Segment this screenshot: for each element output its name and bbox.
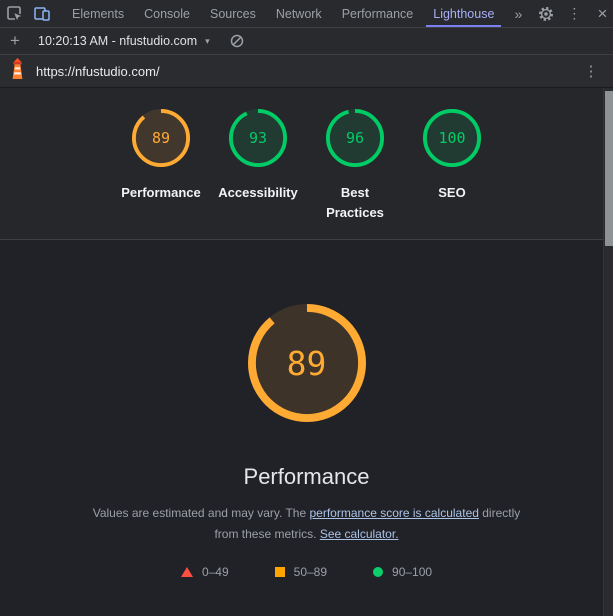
scrollbar-thumb[interactable] xyxy=(605,91,613,246)
score-summary: 89 Performance 93 Accessibility 96 Best … xyxy=(0,88,613,240)
devtools-menu-kebab-icon[interactable]: ⋮ xyxy=(560,0,588,27)
report-menu-kebab-icon[interactable]: ⋮ xyxy=(579,62,603,80)
legend-range: 0–49 xyxy=(202,565,229,579)
more-tabs-icon[interactable]: » xyxy=(504,0,532,27)
average-square-icon xyxy=(275,567,285,577)
tab-label: Lighthouse xyxy=(433,7,494,21)
block-icon xyxy=(230,34,244,48)
seo-score-gauge: 100 xyxy=(423,109,481,167)
disclaimer-prefix: Values are estimated and may vary. The xyxy=(93,506,310,520)
tab-label: Network xyxy=(276,7,322,21)
devtools-toolbar: Elements Console Sources Network Perform… xyxy=(0,0,613,28)
fail-triangle-icon xyxy=(181,567,193,577)
legend-item-average: 50–89 xyxy=(275,565,327,579)
tab-label: Sources xyxy=(210,7,256,21)
tab-label: Console xyxy=(144,7,190,21)
seo-score-value: 100 xyxy=(423,109,481,167)
performance-score-label: Performance xyxy=(121,183,200,203)
devtools-window: Elements Console Sources Network Perform… xyxy=(0,0,613,616)
report-header-bar: https://nfustudio.com/ ⋮ xyxy=(0,55,613,88)
report-selector-label: 10:20:13 AM - nfustudio.com xyxy=(38,34,197,48)
tab-network[interactable]: Network xyxy=(266,0,332,27)
new-report-plus-icon[interactable]: + xyxy=(0,31,30,51)
seo-score-label: SEO xyxy=(438,183,465,203)
tab-console[interactable]: Console xyxy=(134,0,200,27)
best-practices-score-value: 96 xyxy=(326,109,384,167)
summary-gauge-best-practices[interactable]: 96 Best Practices xyxy=(313,109,398,239)
gear-icon xyxy=(538,6,554,22)
accessibility-score-label: Accessibility xyxy=(218,183,298,203)
performance-main-score-value: 89 xyxy=(248,304,366,422)
device-toolbar-toggle-icon[interactable] xyxy=(28,0,56,27)
performance-main-gauge: 89 xyxy=(248,304,366,422)
summary-gauge-accessibility[interactable]: 93 Accessibility xyxy=(216,109,301,239)
score-calculation-link[interactable]: performance score is calculated xyxy=(310,506,479,520)
lighthouse-logo-icon xyxy=(10,58,25,84)
pass-circle-icon xyxy=(373,567,383,577)
inspect-element-icon[interactable] xyxy=(0,0,28,27)
score-disclaimer-text: Values are estimated and may vary. The p… xyxy=(81,503,533,545)
score-legend: 0–49 50–89 90–100 xyxy=(181,565,432,579)
legend-range: 90–100 xyxy=(392,565,432,579)
lighthouse-report-toolbar: + 10:20:13 AM - nfustudio.com ▾ xyxy=(0,28,613,55)
tab-lighthouse[interactable]: Lighthouse xyxy=(423,0,504,27)
accessibility-score-gauge: 93 xyxy=(229,109,287,167)
report-selector-dropdown[interactable]: 10:20:13 AM - nfustudio.com ▾ xyxy=(30,28,218,54)
tab-performance[interactable]: Performance xyxy=(332,0,424,27)
lighthouse-report: 89 Performance 93 Accessibility 96 Best … xyxy=(0,88,613,616)
inspect-cursor-icon xyxy=(7,6,22,21)
device-icon xyxy=(34,7,50,21)
summary-gauge-seo[interactable]: 100 SEO xyxy=(410,109,495,239)
settings-gear-icon[interactable] xyxy=(532,0,560,27)
tab-label: Elements xyxy=(72,7,124,21)
best-practices-score-label: Best Practices xyxy=(313,183,398,222)
performance-section: 89 Performance Values are estimated and … xyxy=(0,240,613,616)
see-calculator-link[interactable]: See calculator. xyxy=(320,527,399,541)
legend-range: 50–89 xyxy=(294,565,327,579)
report-url: https://nfustudio.com/ xyxy=(36,64,579,79)
legend-item-pass: 90–100 xyxy=(373,565,432,579)
dropdown-caret-icon: ▾ xyxy=(205,36,210,47)
clear-reports-icon[interactable] xyxy=(230,34,244,48)
vertical-scrollbar[interactable] xyxy=(603,88,613,616)
tab-elements[interactable]: Elements xyxy=(62,0,134,27)
close-devtools-icon[interactable]: × xyxy=(588,0,613,27)
tab-sources[interactable]: Sources xyxy=(200,0,266,27)
summary-gauge-performance[interactable]: 89 Performance xyxy=(119,109,204,239)
devtools-tabs: Elements Console Sources Network Perform… xyxy=(62,0,504,27)
accessibility-score-value: 93 xyxy=(229,109,287,167)
performance-score-value: 89 xyxy=(132,109,190,167)
tab-label: Performance xyxy=(342,7,414,21)
legend-item-fail: 0–49 xyxy=(181,565,229,579)
performance-score-gauge: 89 xyxy=(132,109,190,167)
performance-section-title: Performance xyxy=(244,464,370,490)
best-practices-score-gauge: 96 xyxy=(326,109,384,167)
